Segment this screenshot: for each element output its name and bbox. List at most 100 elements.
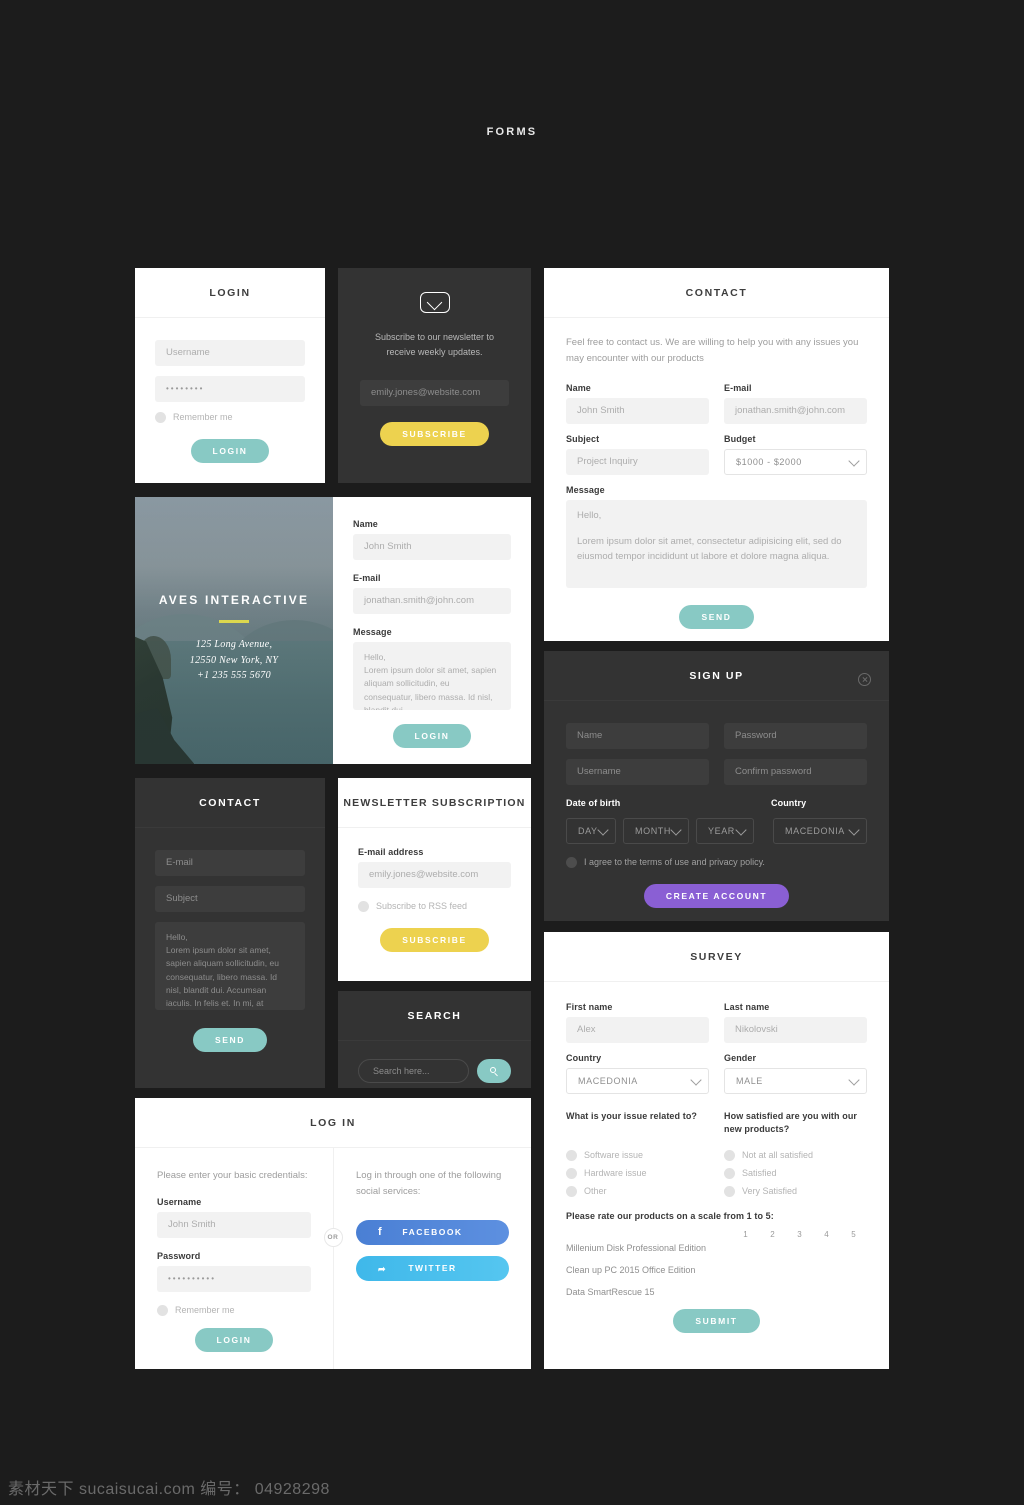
facebook-login-button[interactable]: f FACEBOOK xyxy=(356,1220,509,1246)
contact-dark-email-input[interactable]: E-mail xyxy=(155,850,305,876)
remember-me-label: Remember me xyxy=(175,1305,235,1316)
contact-budget-select[interactable]: $1000 - $2000 xyxy=(724,449,867,476)
close-icon[interactable] xyxy=(858,673,871,686)
search-button[interactable] xyxy=(477,1059,511,1083)
contact-message-textarea[interactable]: Hello, Lorem ipsum dolor sit amet, conse… xyxy=(566,500,867,589)
facebook-label: FACEBOOK xyxy=(402,1227,463,1238)
photo-message-textarea[interactable]: Hello, Lorem ipsum dolor sit amet, sapie… xyxy=(353,642,511,710)
subscribe-button[interactable]: SUBSCRIBE xyxy=(380,421,489,446)
twitter-login-button[interactable]: ➦ TWITTER xyxy=(356,1256,509,1282)
newsletter-description: Subscribe to our newsletter to receive w… xyxy=(374,332,495,358)
signup-country-value: MACEDONIA xyxy=(785,826,845,836)
radio-icon xyxy=(724,1150,735,1162)
chevron-down-icon xyxy=(735,824,747,836)
search-input[interactable]: Search here... xyxy=(358,1059,469,1083)
satisfaction-option-satisfied[interactable]: Satisfied xyxy=(724,1168,867,1180)
search-card-title: SEARCH xyxy=(338,991,531,1041)
signup-password-input[interactable]: Password xyxy=(724,723,867,749)
remember-me-label: Remember me xyxy=(173,412,233,422)
signup-confirm-password-input[interactable]: Confirm password xyxy=(724,759,867,785)
radio-icon xyxy=(358,901,369,913)
satisfaction-option-label: Satisfied xyxy=(742,1168,777,1179)
chevron-down-icon xyxy=(848,824,860,836)
chevron-down-icon xyxy=(597,824,609,836)
facebook-icon: f xyxy=(378,1226,384,1239)
address-line-1: 125 Long Avenue, xyxy=(195,639,273,651)
issue-option-software[interactable]: Software issue xyxy=(566,1150,709,1162)
rss-checkbox[interactable]: Subscribe to RSS feed xyxy=(358,901,511,913)
login-remember-me-checkbox[interactable]: Remember me xyxy=(157,1305,311,1317)
radio-icon xyxy=(157,1305,168,1317)
username-input[interactable]: Username xyxy=(155,340,305,366)
contact-send-button[interactable]: SEND xyxy=(679,605,754,630)
scale-number: 5 xyxy=(851,1230,856,1240)
product-name: Clean up PC 2015 Office Edition xyxy=(566,1265,696,1276)
contact-dark-send-button[interactable]: SEND xyxy=(192,1028,268,1052)
login-password-input[interactable]: •••••••••• xyxy=(157,1266,311,1293)
login-card: LOGIN Username •••••••• Remember me LOGI… xyxy=(135,268,325,483)
photo-message-label: Message xyxy=(353,627,392,637)
issue-question: What is your issue related to? xyxy=(566,1111,698,1121)
login-social-button[interactable]: LOGIN xyxy=(194,1328,274,1353)
dob-month-select[interactable]: MONTH xyxy=(623,818,689,844)
divider xyxy=(219,620,249,624)
rating-scale-header: 1 2 3 4 5 xyxy=(732,1230,867,1239)
watermark: 素材天下 sucaisucai.com 编号： 04928298 xyxy=(8,1481,330,1498)
scale-number: 4 xyxy=(824,1230,829,1240)
address-line-2: 12550 New York, NY xyxy=(189,654,279,666)
survey-country-value: MACEDONIA xyxy=(578,1076,638,1086)
radio-icon xyxy=(155,412,166,424)
contact-intro: Feel free to contact us. We are willing … xyxy=(566,337,859,365)
dob-year-select[interactable]: YEAR xyxy=(696,818,754,844)
survey-last-name-input[interactable]: Nikolovski xyxy=(724,1017,867,1043)
contact-email-input[interactable]: jonathan.smith@john.com xyxy=(724,398,867,425)
photo-caption: AVES INTERACTIVE 125 Long Avenue, 12550 … xyxy=(135,593,333,684)
signup-country-select[interactable]: MACEDONIA xyxy=(773,818,867,844)
terms-label: I agree to the terms of use and privacy … xyxy=(584,857,765,867)
chevron-down-icon xyxy=(690,1074,702,1086)
survey-gender-value: MALE xyxy=(736,1076,763,1086)
photo-name-input[interactable]: John Smith xyxy=(353,534,511,560)
survey-submit-button[interactable]: SUBMIT xyxy=(673,1309,760,1334)
radio-icon xyxy=(566,857,577,869)
rating-row: Data SmartRescue 15 xyxy=(566,1287,867,1297)
dob-day-select[interactable]: DAY xyxy=(566,818,616,844)
product-name: Data SmartRescue 15 xyxy=(566,1287,655,1298)
satisfaction-option-very[interactable]: Very Satisfied xyxy=(724,1186,867,1198)
signup-card: SIGN UP Name Password Username Confirm p… xyxy=(544,651,889,921)
password-input[interactable]: •••••••• xyxy=(155,376,305,402)
photo-login-button[interactable]: LOGIN xyxy=(392,724,472,748)
signup-card-title: SIGN UP xyxy=(544,651,889,701)
photo-email-input[interactable]: jonathan.smith@john.com xyxy=(353,588,511,614)
login-username-input[interactable]: John Smith xyxy=(157,1212,311,1239)
newsletter-email-input[interactable]: emily.jones@website.com xyxy=(360,379,509,406)
terms-checkbox[interactable]: I agree to the terms of use and privacy … xyxy=(566,857,867,869)
contact-name-input[interactable]: John Smith xyxy=(566,398,709,425)
contact-email-label: E-mail xyxy=(724,383,752,394)
satisfaction-option-none[interactable]: Not at all satisfied xyxy=(724,1150,867,1162)
contact-dark-message-textarea[interactable]: Hello, Lorem ipsum dolor sit amet, sapie… xyxy=(155,922,305,1010)
contact-dark-title: CONTACT xyxy=(135,778,325,828)
login-password-label: Password xyxy=(157,1251,201,1262)
survey-country-select[interactable]: MACEDONIA xyxy=(566,1068,709,1094)
radio-icon xyxy=(724,1186,735,1198)
issue-option-hardware[interactable]: Hardware issue xyxy=(566,1168,709,1180)
newsletter-light-email-input[interactable]: emily.jones@website.com xyxy=(358,862,511,888)
signup-name-input[interactable]: Name xyxy=(566,723,709,749)
login-button[interactable]: LOGIN xyxy=(190,439,270,464)
survey-first-name-input[interactable]: Alex xyxy=(566,1017,709,1043)
contact-name-label: Name xyxy=(566,383,591,394)
signup-username-input[interactable]: Username xyxy=(566,759,709,785)
create-account-button[interactable]: CREATE ACCOUNT xyxy=(643,884,790,909)
remember-me-checkbox[interactable]: Remember me xyxy=(155,412,305,424)
survey-gender-select[interactable]: MALE xyxy=(724,1068,867,1094)
scale-number: 2 xyxy=(770,1230,775,1240)
newsletter-subscribe-button[interactable]: SUBSCRIBE xyxy=(380,928,489,953)
newsletter-dark-card: Subscribe to our newsletter to receive w… xyxy=(338,268,531,483)
photo-name-label: Name xyxy=(353,519,378,529)
contact-subject-input[interactable]: Project Inquiry xyxy=(566,449,709,476)
contact-dark-subject-input[interactable]: Subject xyxy=(155,886,305,912)
issue-option-other[interactable]: Other xyxy=(566,1186,709,1198)
product-name: Millenium Disk Professional Edition xyxy=(566,1243,707,1254)
login-social-card: LOG IN Please enter your basic credentia… xyxy=(135,1098,531,1369)
